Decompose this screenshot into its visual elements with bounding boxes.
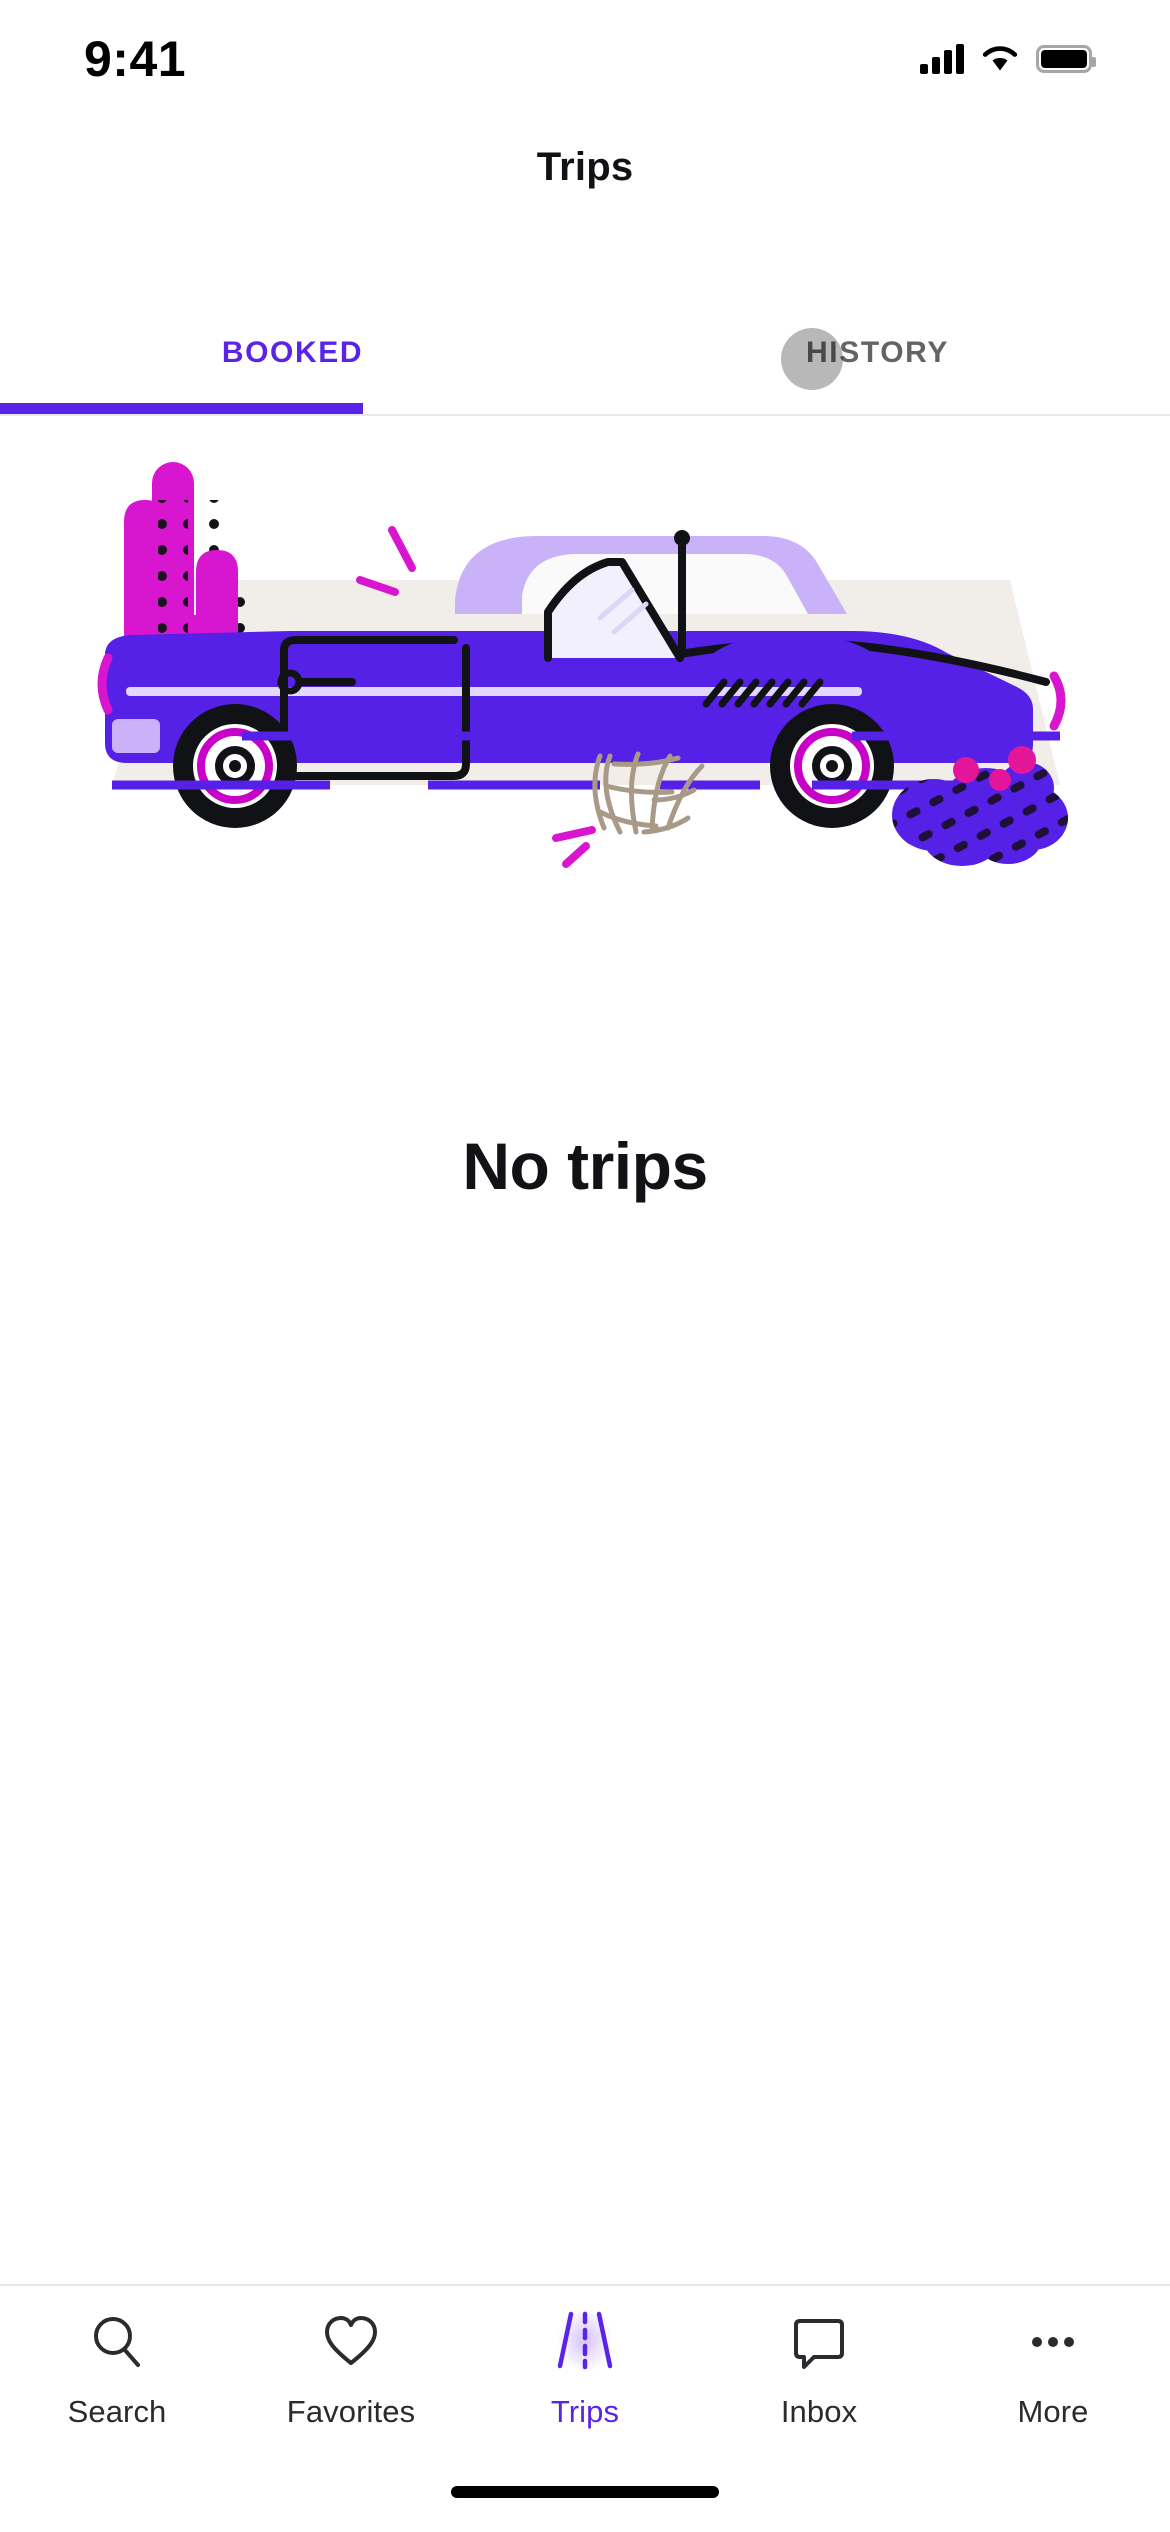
- cellular-signal-icon: [920, 44, 964, 74]
- status-bar-time: 9:41: [84, 31, 187, 87]
- status-bar-icons: [920, 44, 1096, 74]
- nav-item-favorites[interactable]: Favorites: [234, 2304, 468, 2456]
- status-bar: 9:41: [0, 0, 1170, 110]
- tumbleweed-motion-marks: [552, 826, 596, 868]
- road-icon: [547, 2304, 623, 2380]
- nav-item-inbox[interactable]: Inbox: [702, 2304, 936, 2456]
- rear-wheel: [173, 704, 297, 828]
- page-header: Trips: [0, 110, 1170, 225]
- more-dots-icon: [1015, 2304, 1091, 2380]
- nav-label-more: More: [1017, 2394, 1089, 2429]
- segmented-tab-bar: BOOKED HISTORY: [0, 290, 1170, 415]
- nav-item-trips[interactable]: Trips: [468, 2304, 702, 2456]
- heart-icon: [313, 2304, 389, 2380]
- tab-history[interactable]: HISTORY: [585, 290, 1170, 415]
- wifi-icon: [982, 46, 1018, 71]
- phone-screen: 9:41 Trips BOOKED HISTORY No trips Searc…: [0, 0, 1170, 2532]
- tab-booked-label: BOOKED: [221, 335, 364, 369]
- nav-item-search[interactable]: Search: [0, 2304, 234, 2456]
- home-indicator[interactable]: [451, 2486, 719, 2498]
- empty-trips-desert-car-illustration: [0, 440, 1170, 920]
- nav-label-trips: Trips: [550, 2394, 620, 2429]
- nav-label-inbox: Inbox: [780, 2394, 858, 2429]
- nav-label-favorites: Favorites: [286, 2394, 416, 2429]
- nav-label-search: Search: [67, 2394, 167, 2429]
- front-wheel: [770, 704, 894, 828]
- search-icon: [79, 2304, 155, 2380]
- tab-booked[interactable]: BOOKED: [0, 290, 585, 415]
- empty-state-title: No trips: [462, 1129, 708, 1203]
- battery-full-icon: [1036, 45, 1096, 73]
- nav-item-more[interactable]: More: [936, 2304, 1170, 2456]
- page-title: Trips: [536, 145, 634, 189]
- bottom-navigation-bar: Search Favorites Trips Inbox More: [0, 2284, 1170, 2532]
- tab-touch-ripple: [780, 328, 843, 390]
- chat-bubble-icon: [781, 2304, 857, 2380]
- tab-bar-divider: [0, 414, 1170, 416]
